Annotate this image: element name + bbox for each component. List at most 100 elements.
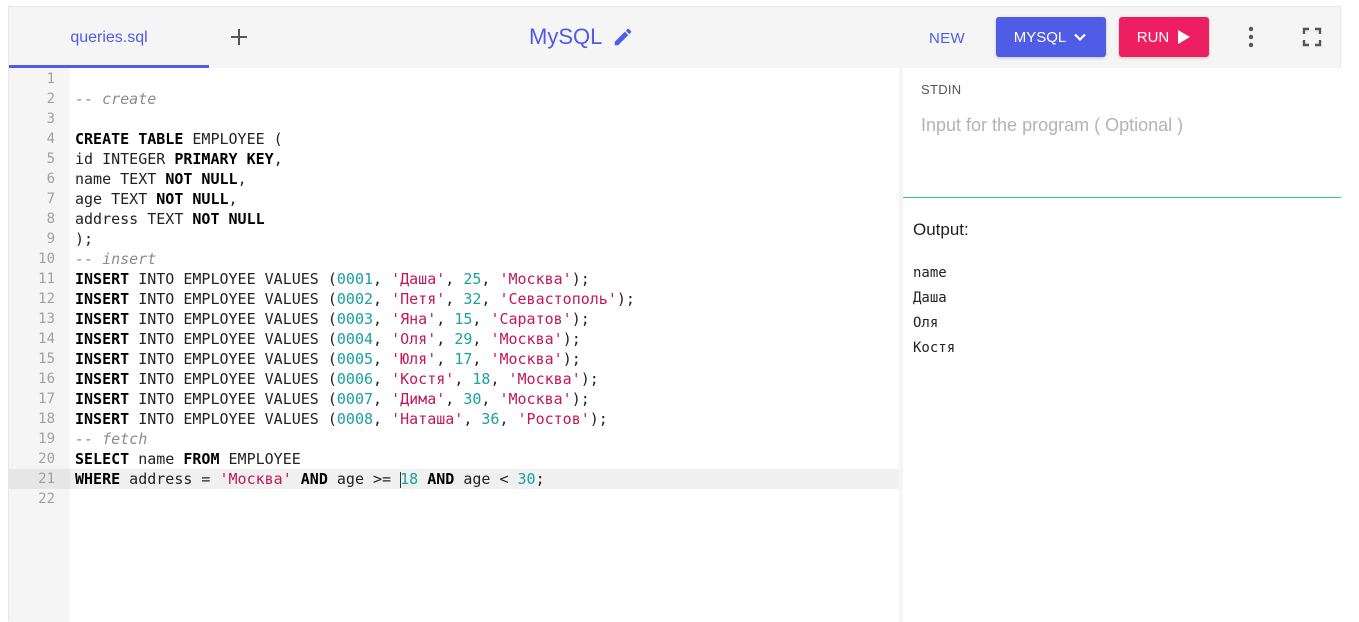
more-vert-icon (1248, 26, 1254, 48)
language-select-button[interactable]: MYSQL (996, 17, 1106, 57)
code-token: 29 (454, 330, 473, 348)
code-token: 'Москва' (499, 390, 572, 408)
output-line: name (913, 265, 947, 281)
line-number: 17 (38, 391, 55, 407)
fullscreen-button[interactable] (1300, 25, 1324, 49)
code-line[interactable]: 12 INSERT INTO EMPLOYEE VALUES (0002, 'Пе… (9, 289, 899, 309)
code-line[interactable]: 7 age TEXT NOT NULL, (9, 189, 899, 209)
code-token: PRIMARY KEY (174, 150, 274, 168)
code-line[interactable]: 11 INSERT INTO EMPLOYEE VALUES (0001, 'Да… (9, 269, 899, 289)
code-token: 0001 (336, 270, 374, 288)
line-number: 1 (46, 71, 55, 87)
code-token: ); (571, 310, 590, 328)
new-button[interactable]: NEW (917, 23, 977, 53)
code-line[interactable]: 13 INSERT INTO EMPLOYEE VALUES (0003, 'Ян… (9, 309, 899, 329)
line-number: 20 (38, 451, 55, 467)
plus-icon (231, 29, 247, 45)
code-token: , (436, 310, 455, 328)
code-token: , (463, 410, 482, 428)
code-line[interactable]: 22 (9, 489, 899, 509)
code-token: INSERT (75, 410, 130, 428)
code-token: WHERE (75, 470, 121, 488)
line-number: 3 (46, 111, 55, 127)
run-label: RUN (1136, 28, 1170, 46)
code-token: , (373, 310, 392, 328)
line-number: 16 (38, 371, 55, 387)
line-number: 12 (38, 291, 55, 307)
add-tab-button[interactable] (225, 23, 253, 51)
code-token: ); (571, 390, 590, 408)
line-number: 22 (38, 491, 55, 507)
code-token: , (481, 270, 500, 288)
code-line[interactable]: 16 INSERT INTO EMPLOYEE VALUES (0006, 'Ко… (9, 369, 899, 389)
pencil-icon[interactable] (612, 26, 634, 48)
code-token: 'Ростов' (517, 410, 590, 428)
code-text: -- insert (75, 249, 156, 269)
code-token: INSERT (75, 310, 130, 328)
code-token: CREATE (75, 130, 130, 148)
code-token: INSERT (75, 350, 130, 368)
line-number: 7 (46, 191, 55, 207)
code-line[interactable]: 19 -- fetch (9, 429, 899, 449)
code-line[interactable]: 9); (9, 229, 899, 249)
code-line[interactable]: 4 CREATE TABLE EMPLOYEE ( (9, 129, 899, 149)
code-line[interactable]: 17 INSERT INTO EMPLOYEE VALUES (0007, 'Ди… (9, 389, 899, 409)
line-number: 15 (38, 351, 55, 367)
code-token: , (490, 370, 509, 388)
code-token: 'Дима' (391, 390, 446, 408)
code-text: age TEXT NOT NULL, (75, 189, 238, 209)
code-token: , (273, 150, 283, 168)
code-token: 'Севастополь' (499, 290, 617, 308)
code-token: 17 (454, 350, 473, 368)
code-line[interactable]: 10 -- insert (9, 249, 899, 269)
line-number: 6 (46, 171, 55, 187)
code-token: 0007 (336, 390, 374, 408)
code-token: ); (589, 410, 608, 428)
code-token: 'Петя' (391, 290, 446, 308)
code-token: INTO EMPLOYEE VALUES ( (129, 410, 337, 428)
code-token: 'Москва' (490, 350, 563, 368)
code-token: , (445, 270, 464, 288)
code-token: 30 (463, 390, 482, 408)
code-line[interactable]: 8 address TEXT NOT NULL (9, 209, 899, 229)
code-token: , (472, 350, 491, 368)
code-text: CREATE TABLE EMPLOYEE ( (75, 129, 283, 149)
code-line[interactable]: 5 id INTEGER PRIMARY KEY, (9, 149, 899, 169)
code-line[interactable]: 14 INSERT INTO EMPLOYEE VALUES (0004, 'Ол… (9, 329, 899, 349)
run-button[interactable]: RUN (1119, 17, 1209, 57)
code-line[interactable]: 20 SELECT name FROM EMPLOYEE (9, 449, 899, 469)
code-lines[interactable]: 1 2 -- create 3 4 CREATE TABLE EMPLOYEE (5 id … (9, 69, 899, 509)
code-token: ); (75, 230, 94, 248)
code-token: age >= (327, 470, 401, 488)
code-line[interactable]: 18 INSERT INTO EMPLOYEE VALUES (0008, 'На… (9, 409, 899, 429)
code-token: 18 (472, 370, 491, 388)
more-options-button[interactable] (1239, 24, 1263, 50)
code-token: -- insert (75, 250, 157, 268)
code-line[interactable]: 15 INSERT INTO EMPLOYEE VALUES (0005, 'Юл… (9, 349, 899, 369)
line-number: 4 (46, 131, 55, 147)
tab-queries-sql[interactable]: queries.sql (9, 7, 209, 68)
code-text: WHERE address = 'Москва' AND age >= 18 A… (75, 469, 545, 489)
code-line[interactable]: 21 WHERE address = 'Москва' AND age >= 18… (9, 469, 899, 489)
code-token: 'Москва' (499, 270, 572, 288)
code-token: , (373, 290, 392, 308)
code-token: INSERT (75, 270, 130, 288)
code-line[interactable]: 2 -- create (9, 89, 899, 109)
code-token: ; (535, 470, 545, 488)
code-text: -- fetch (75, 429, 147, 449)
code-line[interactable]: 3 (9, 109, 899, 129)
code-line[interactable]: 1 (9, 69, 899, 89)
code-token: 15 (454, 310, 473, 328)
code-text: INSERT INTO EMPLOYEE VALUES (0004, 'Оля'… (75, 329, 581, 349)
code-token: , (481, 390, 500, 408)
output-line: Даша (913, 290, 947, 306)
stdin-input[interactable] (921, 110, 1321, 140)
code-token: ); (580, 370, 599, 388)
code-editor[interactable]: 1 2 -- create 3 4 CREATE TABLE EMPLOYEE (5 id … (9, 68, 899, 622)
code-token: 30 (517, 470, 536, 488)
code-token: ); (571, 270, 590, 288)
code-token: INSERT (75, 390, 130, 408)
code-token: AND (300, 470, 328, 488)
code-line[interactable]: 6 name TEXT NOT NULL, (9, 169, 899, 189)
